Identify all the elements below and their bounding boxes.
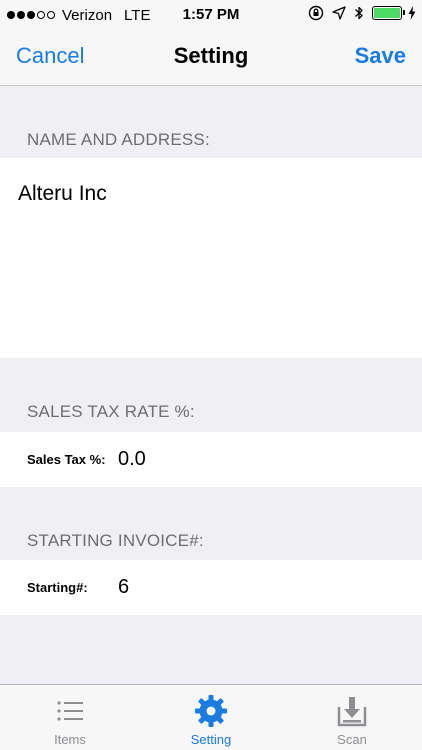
- battery-icon: [372, 6, 405, 20]
- screen: Verizon LTE 1:57 PM Cancel Setting Save …: [0, 0, 422, 750]
- gear-icon: [194, 694, 228, 728]
- save-button[interactable]: Save: [355, 43, 406, 69]
- name-address-textarea[interactable]: Alteru Inc: [0, 158, 422, 358]
- tab-setting[interactable]: Setting: [141, 685, 281, 750]
- tab-items[interactable]: Items: [0, 685, 140, 750]
- sales-tax-value: 0.0: [118, 448, 146, 470]
- tab-setting-label: Setting: [190, 732, 232, 747]
- name-address-header: NAME AND ADDRESS:: [27, 130, 210, 149]
- name-address-value: Alteru Inc: [18, 182, 107, 205]
- rotation-lock-icon: [308, 5, 324, 21]
- sales-tax-field[interactable]: Sales Tax %: 0.0: [0, 432, 422, 487]
- tab-items-label: Items: [54, 732, 86, 747]
- download-icon: [337, 694, 367, 728]
- sales-tax-header: SALES TAX RATE %:: [27, 402, 195, 421]
- status-icons: [300, 5, 416, 21]
- list-icon: [56, 694, 84, 728]
- starting-invoice-header: STARTING INVOICE#:: [27, 531, 204, 550]
- starting-invoice-field[interactable]: Starting#: 6: [0, 560, 422, 615]
- sales-tax-label: Sales Tax %:: [27, 452, 106, 467]
- starting-invoice-label: Starting#:: [27, 580, 88, 595]
- navigation-bar: Cancel Setting Save: [0, 30, 422, 86]
- tab-scan-label: Scan: [337, 732, 367, 747]
- battery-fill: [374, 8, 400, 18]
- charging-bolt-icon: [408, 6, 416, 20]
- tab-scan[interactable]: Scan: [282, 685, 422, 750]
- location-arrow-icon: [332, 6, 346, 20]
- starting-invoice-value: 6: [118, 576, 130, 598]
- bluetooth-icon: [354, 5, 364, 21]
- status-bar: Verizon LTE 1:57 PM: [0, 0, 422, 30]
- tab-bar: Items Setting Scan: [0, 684, 422, 750]
